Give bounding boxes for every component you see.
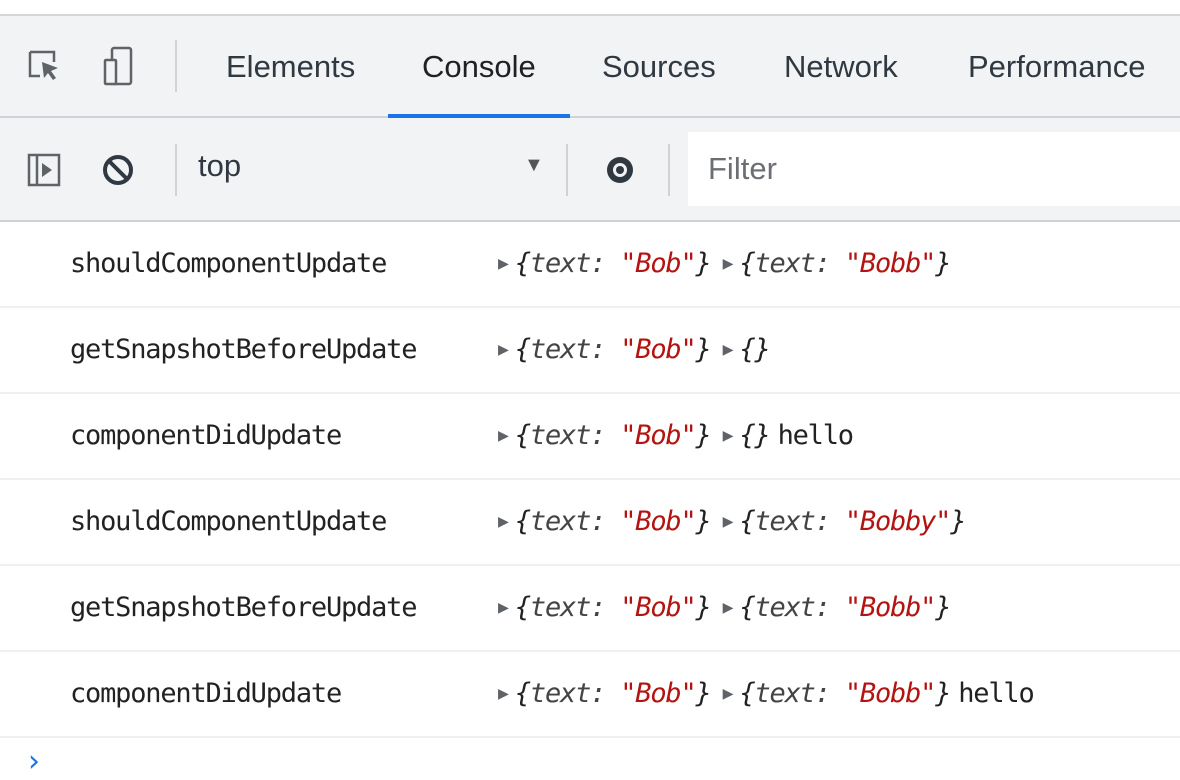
console-toolbar: top ▼ xyxy=(0,118,1180,222)
expand-triangle-icon[interactable]: ▶ xyxy=(723,339,734,360)
tab-console[interactable]: Console xyxy=(422,16,536,118)
console-message: getSnapshotBeforeUpdate ▶ {text: "Bob"} ▶{… xyxy=(0,566,1180,652)
window-top-edge xyxy=(0,0,1180,16)
console-prompt-icon[interactable]: › xyxy=(28,744,40,779)
live-expression-eye-icon[interactable] xyxy=(598,148,642,192)
console-messages: shouldComponentUpdate ▶ {text: "Bob"} ▶ {te… xyxy=(0,222,1180,738)
device-toolbar-icon[interactable] xyxy=(96,44,140,88)
tab-network[interactable]: Network xyxy=(784,16,898,118)
devtools-tab-bar: Elements Console Sources Network Perform… xyxy=(0,16,1180,118)
expand-triangle-icon[interactable]: ▶ xyxy=(723,425,734,446)
log-tail-text: hello xyxy=(958,678,1034,709)
clear-console-icon[interactable] xyxy=(96,148,140,192)
expand-triangle-icon[interactable]: ▶ xyxy=(498,511,509,532)
toolbar-divider xyxy=(566,144,568,196)
expand-triangle-icon[interactable]: ▶ xyxy=(498,597,509,618)
log-method-name: shouldComponentUpdate xyxy=(70,506,387,537)
log-method-name: componentDidUpdate xyxy=(70,420,342,451)
expand-triangle-icon[interactable]: ▶ xyxy=(498,339,509,360)
console-message: componentDidUpdate ▶ {text: "Bob"} ▶{} hell… xyxy=(0,394,1180,480)
log-method-name: shouldComponentUpdate xyxy=(70,248,387,279)
tab-bar-divider xyxy=(175,40,177,92)
log-method-name: getSnapshotBeforeUpdate xyxy=(70,334,417,365)
tab-elements[interactable]: Elements xyxy=(226,16,355,118)
log-args: ▶ {text: "Bob"} ▶ {text: "Bobby"} xyxy=(498,506,966,537)
log-args: ▶ {text: "Bob"} ▶ {text: "Bobb"} hello xyxy=(498,678,1035,709)
show-sidebar-icon[interactable] xyxy=(22,148,66,192)
expand-triangle-icon[interactable]: ▶ xyxy=(723,253,734,274)
expand-triangle-icon[interactable]: ▶ xyxy=(498,683,509,704)
console-message: componentDidUpdate ▶ {text: "Bob"} ▶ {text:… xyxy=(0,652,1180,738)
console-message: getSnapshotBeforeUpdate ▶ {text: "Bob"} ▶{… xyxy=(0,308,1180,394)
toolbar-divider xyxy=(668,144,670,196)
log-method-name: componentDidUpdate xyxy=(70,678,342,709)
console-message: shouldComponentUpdate ▶ {text: "Bob"} ▶ {te… xyxy=(0,222,1180,308)
expand-triangle-icon[interactable]: ▶ xyxy=(723,511,734,532)
expand-triangle-icon[interactable]: ▶ xyxy=(498,425,509,446)
expand-triangle-icon[interactable]: ▶ xyxy=(498,253,509,274)
inspect-element-icon[interactable] xyxy=(22,44,66,88)
console-message: shouldComponentUpdate ▶ {text: "Bob"} ▶ {te… xyxy=(0,480,1180,566)
log-tail-text: hello xyxy=(777,420,854,451)
tab-sources[interactable]: Sources xyxy=(602,16,716,118)
expand-triangle-icon[interactable]: ▶ xyxy=(723,683,734,704)
log-args: ▶ {text: "Bob"} ▶ {text: "Bobb"} xyxy=(498,592,951,623)
log-args: ▶ {text: "Bob"} ▶{} hello xyxy=(498,420,854,451)
log-args: ▶ {text: "Bob"} ▶ {text: "Bobb"} xyxy=(498,248,951,279)
tab-performance[interactable]: Performance xyxy=(968,16,1145,118)
log-method-name: getSnapshotBeforeUpdate xyxy=(70,592,417,623)
dropdown-arrow-icon[interactable]: ▼ xyxy=(524,154,544,177)
toolbar-divider xyxy=(175,144,177,196)
filter-input[interactable] xyxy=(688,132,1180,206)
expand-triangle-icon[interactable]: ▶ xyxy=(723,597,734,618)
context-selector[interactable]: top xyxy=(198,148,241,184)
log-args: ▶ {text: "Bob"} ▶{} xyxy=(498,334,771,365)
